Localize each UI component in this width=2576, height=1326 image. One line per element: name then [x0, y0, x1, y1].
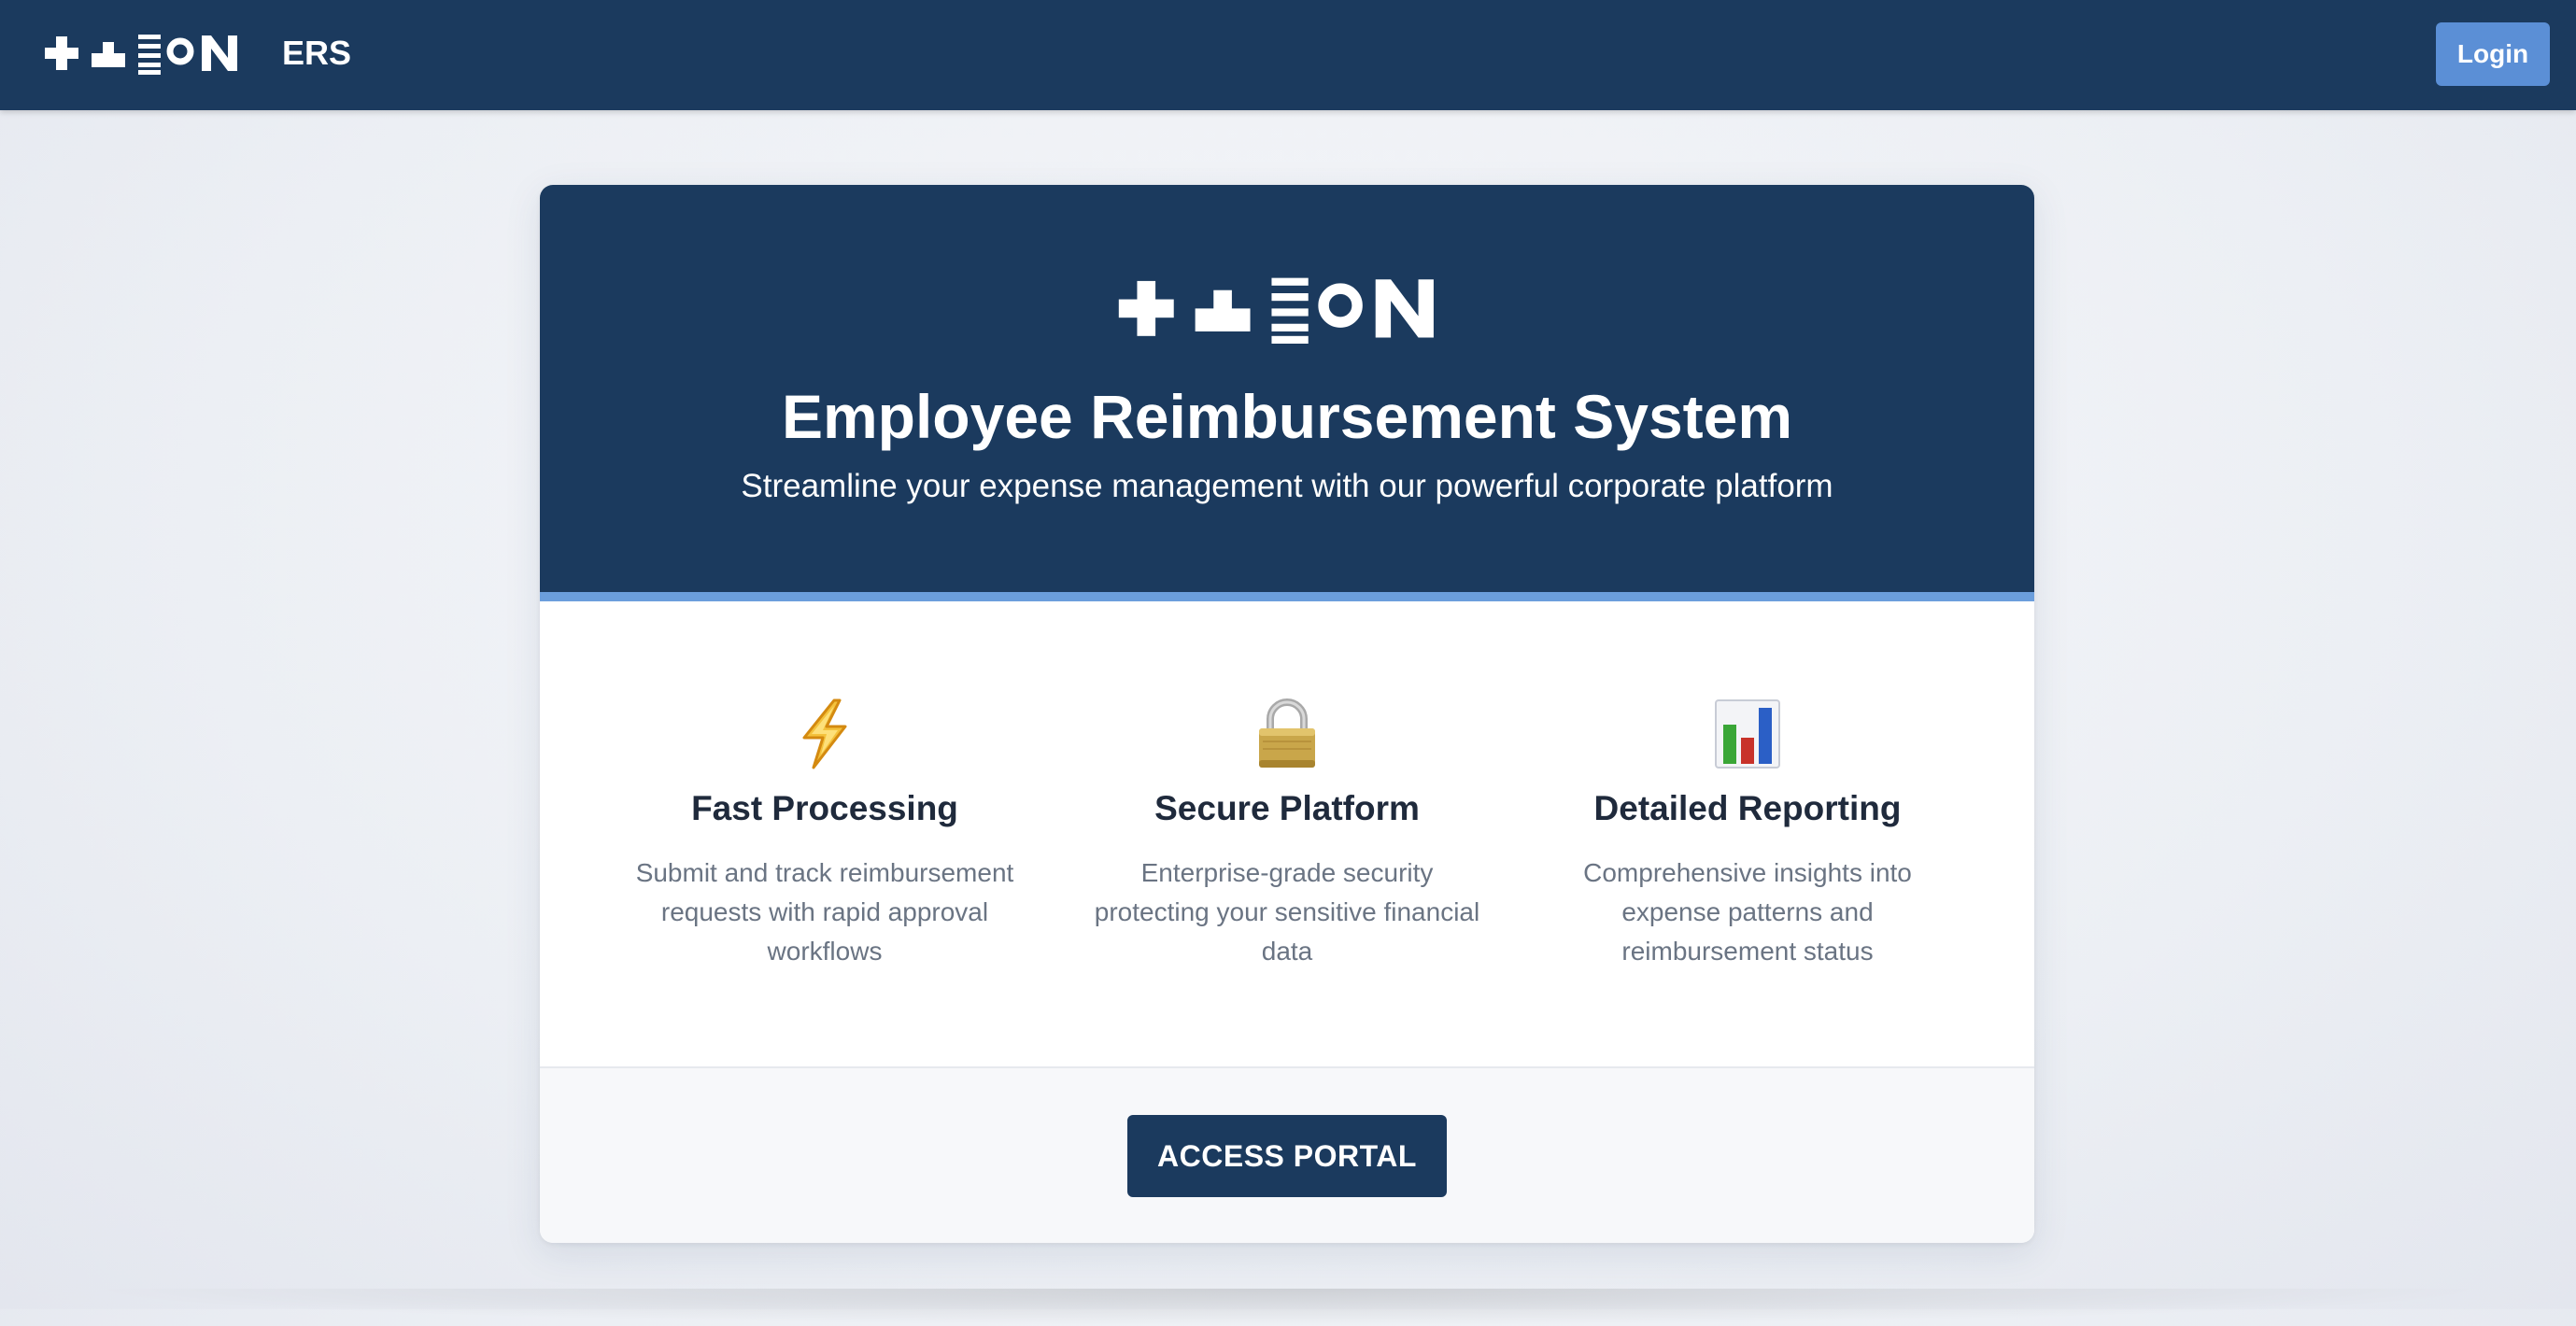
- hero-banner: Employee Reimbursement System Streamline…: [540, 185, 2034, 592]
- bar-chart-icon: [1715, 699, 1780, 769]
- tekion-logo: [1118, 277, 1434, 344]
- feature-title: Detailed Reporting: [1593, 789, 1902, 827]
- page-bottom-shadow: [75, 1289, 2501, 1326]
- feature-description: Submit and track reimbursement requests …: [635, 858, 1014, 966]
- feature-fast-processing: Fast Processing Submit and track reimbur…: [619, 697, 1030, 971]
- landing-card: Employee Reimbursement System Streamline…: [540, 185, 2034, 1243]
- feature-detailed-reporting: Detailed Reporting Comprehensive insight…: [1542, 697, 1953, 971]
- card-footer: ACCESS PORTAL: [540, 1066, 2034, 1243]
- feature-description: Enterprise-grade security protecting you…: [1094, 858, 1480, 966]
- feature-title: Fast Processing: [691, 789, 958, 827]
- accent-divider: [540, 592, 2034, 601]
- padlock-icon: [1259, 698, 1315, 768]
- login-button[interactable]: Login: [2436, 22, 2550, 86]
- page-title: Employee Reimbursement System: [781, 382, 1793, 451]
- lightning-icon: [802, 698, 847, 769]
- access-portal-button[interactable]: ACCESS PORTAL: [1127, 1115, 1447, 1197]
- top-navbar: ERS Login: [0, 0, 2576, 110]
- tekion-logo[interactable]: [45, 34, 239, 75]
- app-name: ERS: [282, 34, 352, 72]
- page-subtitle: Streamline your expense management with …: [741, 468, 1833, 504]
- feature-secure-platform: Secure Platform Enterprise-grade securit…: [1082, 697, 1493, 971]
- feature-title: Secure Platform: [1154, 789, 1420, 827]
- feature-description: Comprehensive insights into expense patt…: [1583, 858, 1912, 966]
